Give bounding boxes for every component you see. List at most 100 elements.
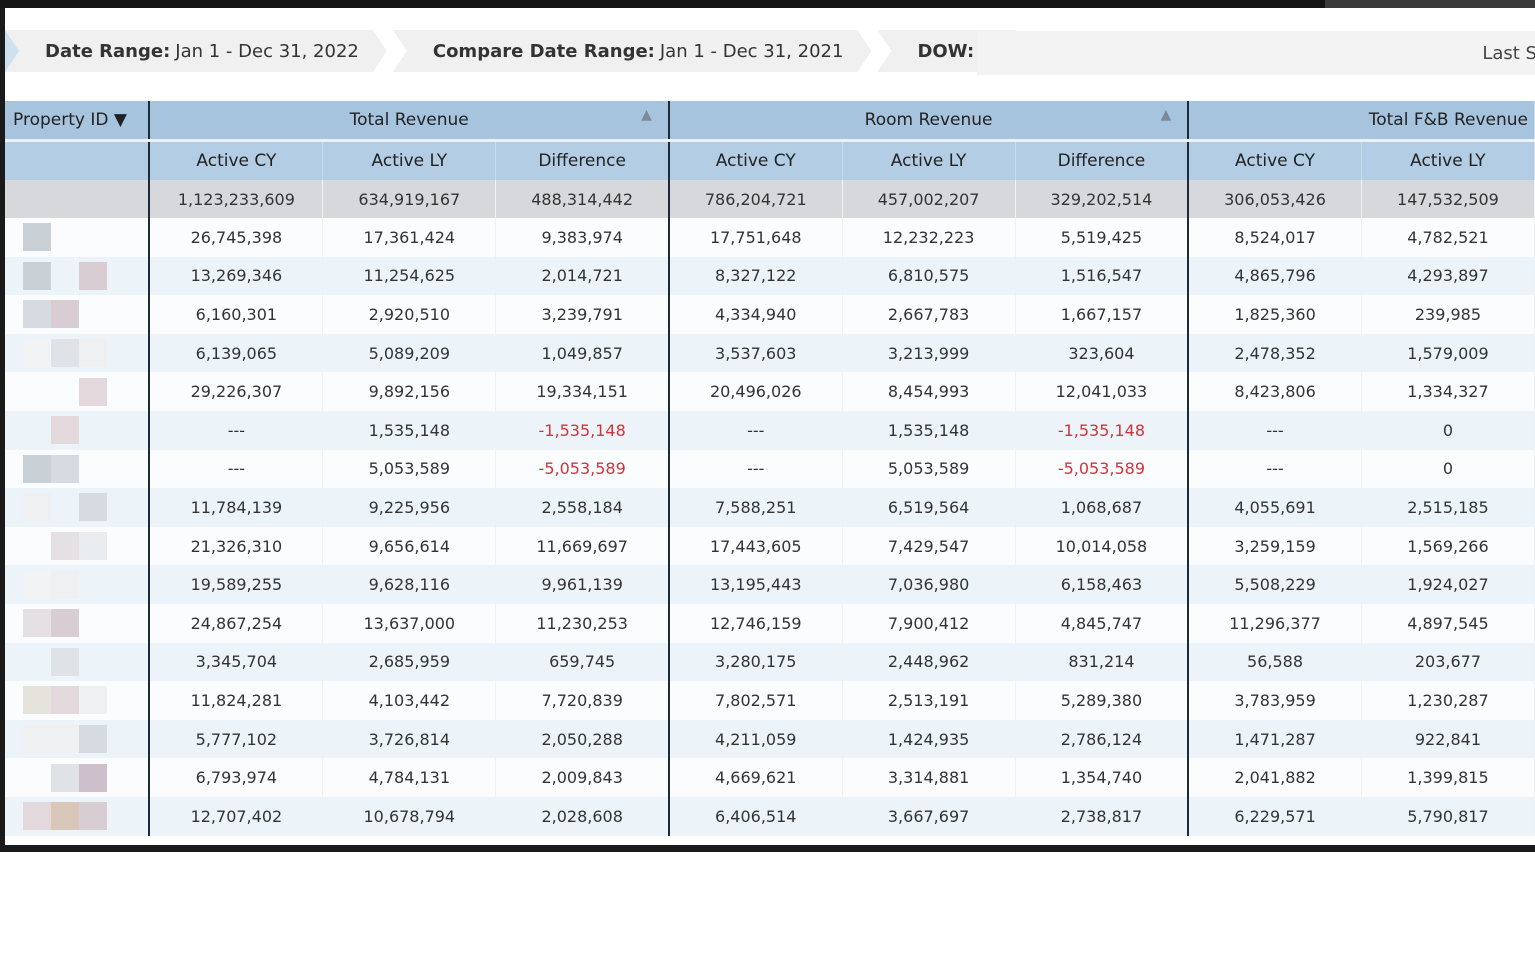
- table-row[interactable]: 6,793,974 4,784,131 2,009,843 4,669,621 3,31…: [5, 758, 1535, 797]
- sort-asc-icon[interactable]: ▲: [1160, 107, 1171, 123]
- sort-desc-icon[interactable]: ▼: [114, 110, 127, 130]
- data-cell: ---: [149, 449, 324, 489]
- data-cell: 4,865,796: [1188, 256, 1362, 296]
- data-cell: 24,867,254: [149, 603, 324, 643]
- column-header[interactable]: Difference: [495, 139, 670, 180]
- data-cell: 4,103,442: [322, 681, 497, 720]
- data-cell: 1,569,266: [1361, 526, 1535, 566]
- data-cell: 21,326,310: [149, 526, 324, 566]
- data-cell: 2,513,191: [842, 681, 1016, 720]
- property-id-cell-redacted: [5, 488, 151, 527]
- property-id-header[interactable]: Property ID ▼: [5, 101, 151, 141]
- filter-breadcrumb: Date Range: Jan 1 - Dec 31, 2022 Compare D…: [5, 30, 1036, 72]
- column-header[interactable]: Active CY: [668, 139, 843, 180]
- column-header[interactable]: Active LY: [322, 139, 497, 180]
- data-cell: ---: [149, 410, 324, 450]
- data-cell: ---: [1188, 449, 1362, 489]
- table-row[interactable]: 6,160,301 2,920,510 3,239,791 4,334,940 2,66…: [5, 295, 1535, 334]
- table-row[interactable]: 11,784,139 9,225,956 2,558,184 7,588,251 6,5…: [5, 488, 1535, 527]
- data-cell: 1,424,935: [842, 719, 1016, 759]
- data-cell: 8,524,017: [1188, 218, 1362, 257]
- sort-asc-icon[interactable]: ▲: [641, 107, 652, 123]
- data-cell: 4,897,545: [1361, 603, 1535, 643]
- data-cell: 11,296,377: [1188, 603, 1362, 643]
- data-cell: 8,454,993: [842, 372, 1016, 411]
- data-cell: 7,720,839: [495, 681, 670, 720]
- data-cell: -5,053,589: [1015, 449, 1190, 489]
- data-cell: 4,784,131: [322, 758, 497, 797]
- redacted-mosaic: [23, 686, 148, 715]
- filter-label: DOW:: [917, 40, 975, 62]
- total-cell: 147,532,509: [1361, 180, 1535, 218]
- data-cell: 9,628,116: [322, 565, 497, 604]
- data-cell: ---: [668, 410, 843, 450]
- data-cell: 12,232,223: [842, 218, 1016, 257]
- data-cell: 831,214: [1015, 642, 1190, 682]
- data-cell: 4,845,747: [1015, 603, 1190, 643]
- redacted-mosaic: [23, 261, 148, 290]
- table-row[interactable]: --- 1,535,148 -1,535,148 --- 1,535,148 -1,535…: [5, 410, 1535, 450]
- data-cell: 239,985: [1361, 295, 1535, 334]
- column-header[interactable]: Active CY: [149, 139, 324, 180]
- total-label-cell: [5, 180, 151, 218]
- data-cell: 13,195,443: [668, 565, 843, 604]
- redacted-mosaic: [23, 647, 148, 676]
- redacted-mosaic: [23, 532, 148, 561]
- total-cell: 634,919,167: [322, 180, 497, 218]
- column-header[interactable]: Active LY: [1361, 139, 1535, 180]
- data-cell: 7,429,547: [842, 526, 1016, 566]
- data-cell: 3,726,814: [322, 719, 497, 759]
- search-input[interactable]: Last S: [977, 31, 1535, 75]
- table-row[interactable]: 21,326,310 9,656,614 11,669,697 17,443,605 7…: [5, 526, 1535, 566]
- data-cell: 2,738,817: [1015, 796, 1190, 836]
- column-header[interactable]: Active LY: [842, 139, 1016, 180]
- table-row[interactable]: 3,345,704 2,685,959 659,745 3,280,175 2,448,…: [5, 642, 1535, 682]
- column-header[interactable]: Active CY: [1188, 139, 1362, 180]
- table-row[interactable]: 26,745,398 17,361,424 9,383,974 17,751,648 1…: [5, 218, 1535, 257]
- table-row[interactable]: 24,867,254 13,637,000 11,230,253 12,746,159…: [5, 603, 1535, 643]
- table-row[interactable]: 29,226,307 9,892,156 19,334,151 20,496,026 8…: [5, 372, 1535, 411]
- data-cell: 20,496,026: [668, 372, 843, 411]
- total-cell: 488,314,442: [495, 180, 670, 218]
- data-cell: 2,028,608: [495, 796, 670, 836]
- table-row[interactable]: --- 5,053,589 -5,053,589 --- 5,053,589 -5,053…: [5, 449, 1535, 489]
- group-header-total-revenue[interactable]: Total Revenue ▲: [149, 101, 670, 141]
- data-cell: 3,667,697: [842, 796, 1016, 836]
- data-cell: 1,049,857: [495, 333, 670, 373]
- table-row[interactable]: 11,824,281 4,103,442 7,720,839 7,802,571 2,5…: [5, 681, 1535, 720]
- top-bar-sheen: [1325, 0, 1535, 8]
- property-id-cell-redacted: [5, 218, 151, 257]
- table-row[interactable]: 12,707,402 10,678,794 2,028,608 6,406,514 3,…: [5, 796, 1535, 836]
- data-cell: 1,471,287: [1188, 719, 1362, 759]
- data-cell: 4,669,621: [668, 758, 843, 797]
- data-cell: 9,892,156: [322, 372, 497, 411]
- group-header-fb-revenue[interactable]: Total F&B Revenue: [1188, 101, 1535, 141]
- data-cell: 1,230,287: [1361, 681, 1535, 720]
- data-cell: 5,777,102: [149, 719, 324, 759]
- data-cell: 2,050,288: [495, 719, 670, 759]
- data-cell: 5,089,209: [322, 333, 497, 373]
- table-row[interactable]: 5,777,102 3,726,814 2,050,288 4,211,059 1,42…: [5, 719, 1535, 759]
- table-row[interactable]: 13,269,346 11,254,625 2,014,721 8,327,122 6,…: [5, 256, 1535, 296]
- filter-crumb[interactable]: Date Range: Jan 1 - Dec 31, 2022: [5, 30, 387, 72]
- data-cell: -5,053,589: [495, 449, 670, 489]
- property-id-cell-redacted: [5, 449, 151, 489]
- filter-value: Jan 1 - Dec 31, 2022: [175, 40, 359, 62]
- data-cell: 5,519,425: [1015, 218, 1190, 257]
- table-row[interactable]: 6,139,065 5,089,209 1,049,857 3,537,603 3,21…: [5, 333, 1535, 373]
- data-cell: 6,229,571: [1188, 796, 1362, 836]
- group-header-room-revenue[interactable]: Room Revenue ▲: [668, 101, 1190, 141]
- filter-crumb[interactable]: Compare Date Range: Jan 1 - Dec 31, 2021: [393, 30, 872, 72]
- redacted-mosaic: [23, 223, 148, 252]
- data-cell: 3,259,159: [1188, 526, 1362, 566]
- data-cell: 4,293,897: [1361, 256, 1535, 296]
- data-cell: 11,784,139: [149, 488, 324, 527]
- redacted-mosaic: [23, 763, 148, 792]
- column-header[interactable]: Difference: [1015, 139, 1190, 180]
- data-cell: ---: [668, 449, 843, 489]
- data-cell: 1,535,148: [842, 410, 1016, 450]
- property-id-cell-redacted: [5, 603, 151, 643]
- data-cell: 4,211,059: [668, 719, 843, 759]
- table-row[interactable]: 19,589,255 9,628,116 9,961,139 13,195,443 7,…: [5, 565, 1535, 604]
- data-cell: -1,535,148: [495, 410, 670, 450]
